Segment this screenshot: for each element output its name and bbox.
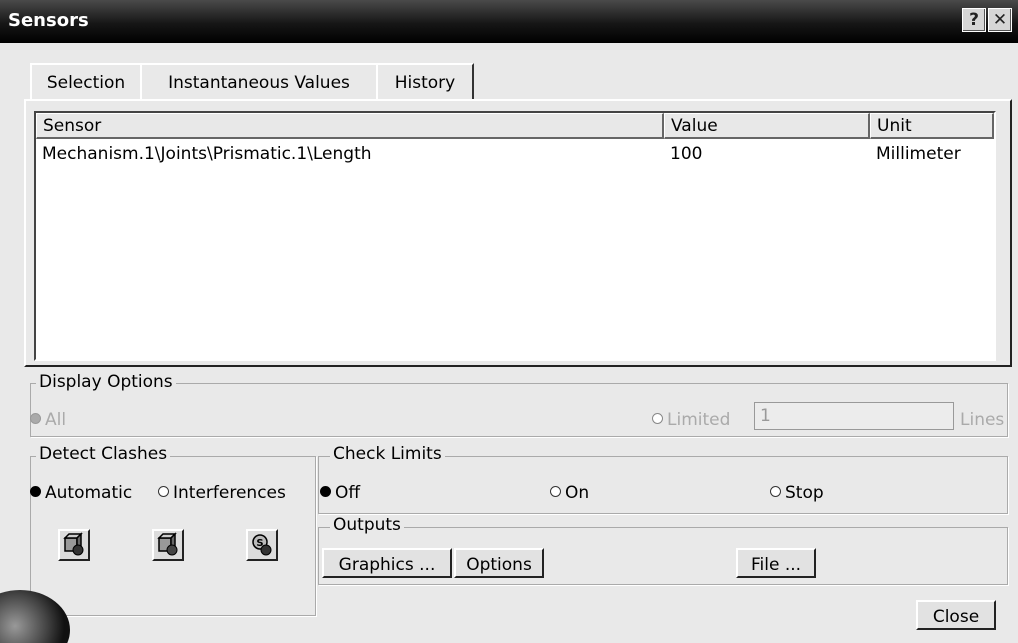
- clash-check-icon-graphic: [63, 532, 84, 556]
- tab-label: Instantaneous Values: [168, 73, 350, 93]
- radio-icon: [320, 486, 331, 497]
- display-all-label: All: [45, 410, 67, 430]
- cell-unit: Millimeter: [876, 144, 961, 164]
- radio-icon: [158, 486, 169, 497]
- clash-stop-alt-icon[interactable]: S: [246, 529, 278, 561]
- check-limits-group: [318, 456, 1008, 514]
- clash-stop-alt-icon-graphic: S: [252, 534, 272, 556]
- radio-icon: [30, 486, 41, 497]
- title-bar: Sensors ? ✕: [0, 0, 1018, 43]
- tab-selection[interactable]: Selection: [30, 63, 142, 101]
- clash-automatic-label: Automatic: [45, 483, 133, 503]
- lines-label: Lines: [960, 410, 1005, 430]
- column-header-unit[interactable]: Unit: [870, 113, 994, 139]
- clash-interferences-label: Interferences: [173, 483, 286, 503]
- tab-label: Selection: [46, 73, 126, 93]
- limits-on-radio[interactable]: On: [550, 483, 589, 503]
- lines-input[interactable]: 1: [754, 402, 954, 430]
- options-button[interactable]: Options: [454, 548, 544, 578]
- cell-value: 100: [670, 144, 703, 164]
- close-button[interactable]: Close: [916, 600, 996, 630]
- file-button[interactable]: File ...: [736, 548, 816, 578]
- limits-stop-label: Stop: [785, 483, 824, 503]
- limits-on-label: On: [565, 483, 590, 503]
- display-all-radio[interactable]: All: [30, 410, 66, 430]
- tab-history[interactable]: History: [376, 63, 474, 101]
- display-options-label: Display Options: [36, 372, 176, 392]
- radio-icon: [770, 486, 781, 497]
- column-header-sensor[interactable]: Sensor: [36, 113, 664, 139]
- tab-instantaneous-values[interactable]: Instantaneous Values: [140, 63, 378, 101]
- check-limits-label: Check Limits: [330, 444, 445, 464]
- limits-stop-radio[interactable]: Stop: [770, 483, 824, 503]
- outputs-label: Outputs: [330, 515, 404, 535]
- display-limited-label: Limited: [667, 410, 731, 430]
- radio-icon: [550, 486, 561, 497]
- table-row[interactable]: Mechanism.1\Joints\Prismatic.1\Length 10…: [36, 141, 994, 167]
- clash-interferences-radio[interactable]: Interferences: [158, 483, 286, 503]
- clash-stop-icon[interactable]: [152, 529, 184, 561]
- radio-icon: [30, 413, 41, 424]
- tab-label: History: [394, 73, 456, 93]
- clash-automatic-radio[interactable]: Automatic: [30, 483, 132, 503]
- close-icon[interactable]: ✕: [988, 8, 1012, 32]
- radio-icon: [652, 413, 663, 424]
- column-header-value[interactable]: Value: [664, 113, 870, 139]
- detect-clashes-label: Detect Clashes: [36, 444, 171, 464]
- sensor-table[interactable]: Sensor Value Unit Mechanism.1\Joints\Pri…: [34, 111, 996, 361]
- limits-off-radio[interactable]: Off: [320, 483, 360, 503]
- help-icon[interactable]: ?: [962, 8, 986, 32]
- limits-off-label: Off: [335, 483, 361, 503]
- display-limited-radio[interactable]: Limited: [652, 410, 730, 430]
- sensors-dialog: Sensors ? ✕ Selection Instantaneous Valu…: [0, 0, 1018, 643]
- window-title: Sensors: [8, 10, 89, 31]
- cell-sensor: Mechanism.1\Joints\Prismatic.1\Length: [42, 144, 372, 164]
- clash-stop-icon-graphic: [157, 532, 178, 556]
- graphics-button[interactable]: Graphics ...: [322, 548, 452, 578]
- clash-check-icon[interactable]: [58, 529, 90, 561]
